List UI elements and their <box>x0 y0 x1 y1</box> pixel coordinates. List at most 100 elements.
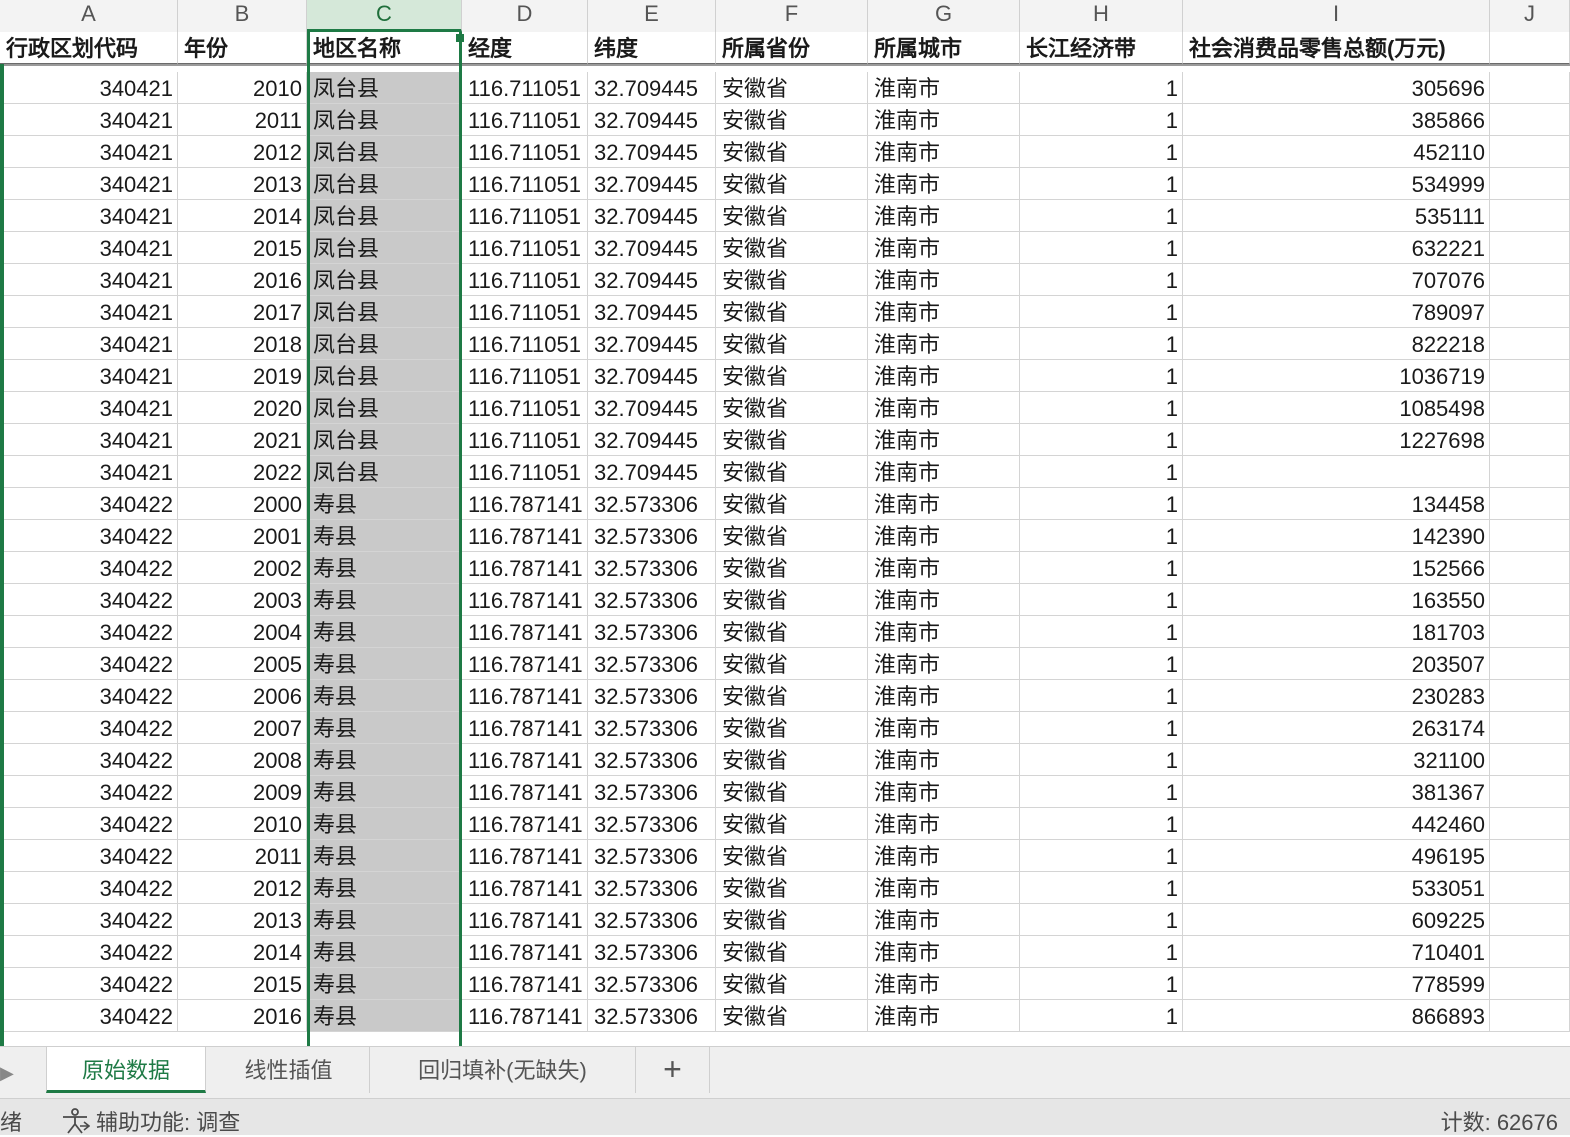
cell[interactable]: 安徽省 <box>716 552 868 584</box>
column-header-i[interactable]: I <box>1183 0 1490 32</box>
cell[interactable]: 2011 <box>178 104 307 136</box>
cell[interactable]: 寿县 <box>307 488 462 520</box>
cell[interactable]: 340422 <box>0 968 178 1000</box>
cell[interactable]: 淮南市 <box>868 552 1020 584</box>
cell[interactable]: 淮南市 <box>868 744 1020 776</box>
cell[interactable]: 116.711051 <box>462 328 588 360</box>
cell[interactable]: 1 <box>1020 328 1183 360</box>
column-header-d[interactable]: D <box>462 0 588 32</box>
cell[interactable]: 凤台县 <box>307 136 462 168</box>
cell[interactable]: 1 <box>1020 872 1183 904</box>
cell[interactable]: 116.787141 <box>462 840 588 872</box>
cell[interactable]: 32.709445 <box>588 296 716 328</box>
cell[interactable]: 2009 <box>178 776 307 808</box>
cell[interactable]: 32.709445 <box>588 456 716 488</box>
cell[interactable]: 116.711051 <box>462 72 588 104</box>
cell[interactable]: 安徽省 <box>716 424 868 456</box>
cell[interactable] <box>1490 1000 1570 1032</box>
cell[interactable]: 1 <box>1020 616 1183 648</box>
cell[interactable]: 淮南市 <box>868 616 1020 648</box>
cell[interactable]: 寿县 <box>307 776 462 808</box>
cell[interactable]: 340421 <box>0 104 178 136</box>
cell[interactable]: 安徽省 <box>716 680 868 712</box>
cell[interactable]: 32.709445 <box>588 104 716 136</box>
cell[interactable]: 淮南市 <box>868 456 1020 488</box>
cell[interactable]: 2012 <box>178 872 307 904</box>
cell[interactable]: 116.787141 <box>462 680 588 712</box>
cell[interactable] <box>1490 552 1570 584</box>
cell[interactable]: 116.787141 <box>462 648 588 680</box>
cell[interactable] <box>1490 520 1570 552</box>
cell[interactable]: 安徽省 <box>716 296 868 328</box>
cell[interactable] <box>1490 744 1570 776</box>
cell[interactable]: 凤台县 <box>307 392 462 424</box>
column-header-j[interactable]: J <box>1490 0 1570 32</box>
cell[interactable]: 340422 <box>0 744 178 776</box>
cell[interactable]: 1 <box>1020 72 1183 104</box>
cell[interactable]: 凤台县 <box>307 200 462 232</box>
cell[interactable]: 1 <box>1020 904 1183 936</box>
cell[interactable]: 2015 <box>178 968 307 1000</box>
cell[interactable]: 116.711051 <box>462 136 588 168</box>
cell[interactable]: 安徽省 <box>716 168 868 200</box>
cell[interactable]: 340422 <box>0 776 178 808</box>
cell[interactable]: 淮南市 <box>868 168 1020 200</box>
cell[interactable]: 安徽省 <box>716 488 868 520</box>
cell[interactable]: 1 <box>1020 296 1183 328</box>
cell[interactable]: 寿县 <box>307 968 462 1000</box>
cell[interactable]: 淮南市 <box>868 680 1020 712</box>
cell[interactable]: 116.787141 <box>462 552 588 584</box>
column-header-b[interactable]: B <box>178 0 307 32</box>
cell[interactable]: 1 <box>1020 776 1183 808</box>
cell[interactable]: 116.711051 <box>462 424 588 456</box>
cell[interactable]: 1 <box>1020 360 1183 392</box>
cell[interactable]: 安徽省 <box>716 1000 868 1032</box>
cell[interactable]: 142390 <box>1183 520 1490 552</box>
cell[interactable]: 2010 <box>178 808 307 840</box>
cell[interactable]: 152566 <box>1183 552 1490 584</box>
cell[interactable]: 32.573306 <box>588 616 716 648</box>
cell[interactable]: 116.711051 <box>462 392 588 424</box>
cell[interactable]: 1 <box>1020 488 1183 520</box>
cell[interactable]: 寿县 <box>307 1000 462 1032</box>
cell[interactable] <box>1490 584 1570 616</box>
cell[interactable]: 340422 <box>0 680 178 712</box>
cell[interactable]: 632221 <box>1183 232 1490 264</box>
cell[interactable]: 安徽省 <box>716 776 868 808</box>
cell[interactable]: 淮南市 <box>868 488 1020 520</box>
cell[interactable]: 2019 <box>178 360 307 392</box>
cell[interactable] <box>1490 392 1570 424</box>
cell[interactable]: 凤台县 <box>307 232 462 264</box>
cell[interactable] <box>1183 456 1490 488</box>
cell[interactable]: 寿县 <box>307 840 462 872</box>
cell[interactable]: 340421 <box>0 200 178 232</box>
cell[interactable]: 116.787141 <box>462 904 588 936</box>
cell[interactable] <box>1490 840 1570 872</box>
cell[interactable]: 2016 <box>178 1000 307 1032</box>
cell[interactable] <box>1490 616 1570 648</box>
cell[interactable]: 淮南市 <box>868 904 1020 936</box>
header-cell[interactable]: 经度 <box>462 32 588 64</box>
cell[interactable]: 寿县 <box>307 616 462 648</box>
cell[interactable]: 340422 <box>0 840 178 872</box>
cell[interactable]: 1 <box>1020 520 1183 552</box>
cell[interactable]: 116.787141 <box>462 616 588 648</box>
header-cell[interactable]: 纬度 <box>588 32 716 64</box>
cell[interactable]: 116.787141 <box>462 1000 588 1032</box>
cell[interactable]: 安徽省 <box>716 520 868 552</box>
cell[interactable]: 淮南市 <box>868 648 1020 680</box>
cell[interactable]: 340422 <box>0 808 178 840</box>
cell[interactable]: 安徽省 <box>716 456 868 488</box>
cell[interactable]: 安徽省 <box>716 232 868 264</box>
cell[interactable]: 1 <box>1020 456 1183 488</box>
cell[interactable]: 1 <box>1020 232 1183 264</box>
cell[interactable]: 2022 <box>178 456 307 488</box>
cell[interactable]: 2002 <box>178 552 307 584</box>
cell[interactable] <box>1490 808 1570 840</box>
cell[interactable]: 778599 <box>1183 968 1490 1000</box>
cell[interactable]: 2008 <box>178 744 307 776</box>
cell[interactable]: 116.711051 <box>462 456 588 488</box>
header-cell[interactable] <box>1490 32 1570 64</box>
sheet-tab[interactable]: 回归填补(无缺失) <box>370 1047 636 1093</box>
header-cell[interactable]: 地区名称 <box>307 32 462 64</box>
